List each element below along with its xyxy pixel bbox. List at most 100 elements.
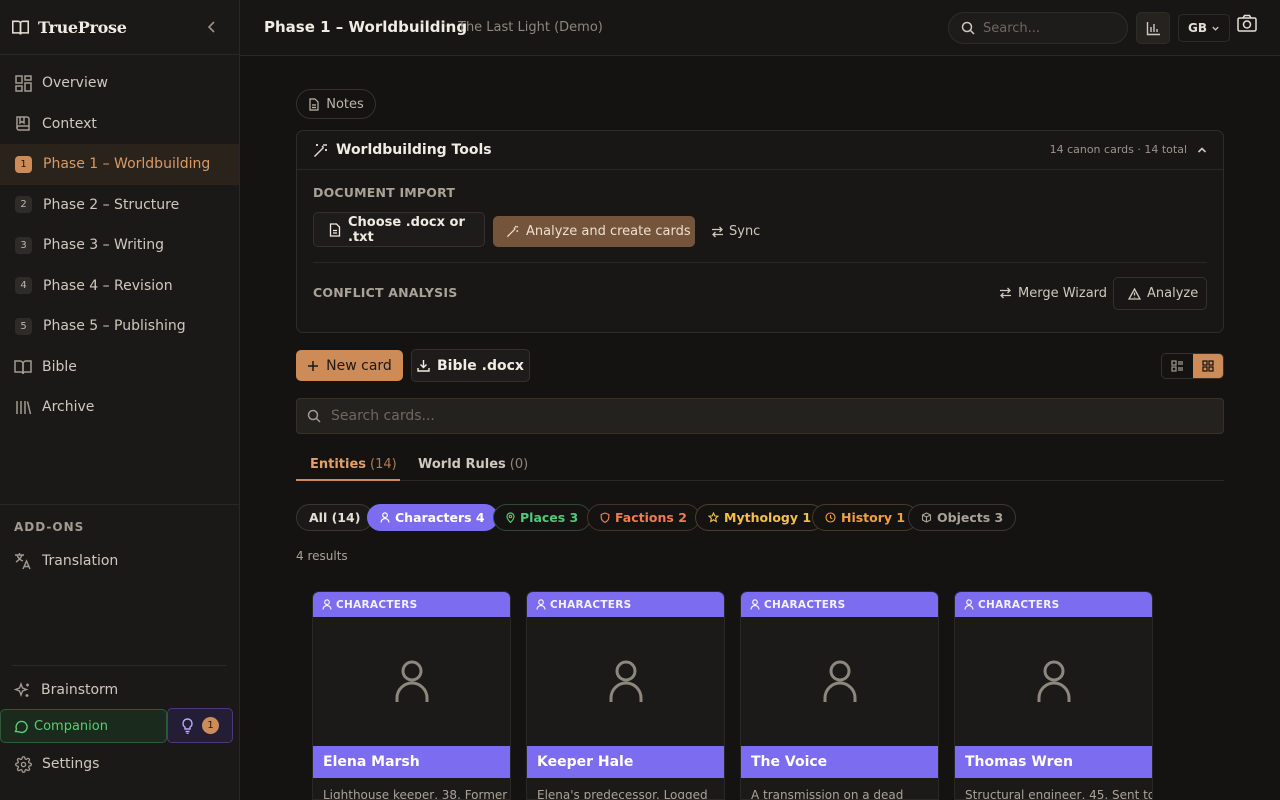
language-select[interactable]: GB [1178, 14, 1230, 42]
merge-wizard-button[interactable]: Merge Wizard [999, 277, 1107, 309]
results-count: 4 results [296, 549, 348, 563]
sidebar-item-label: Translation [42, 553, 119, 569]
sync-button[interactable]: Sync [711, 216, 760, 247]
list-view-button[interactable] [1162, 354, 1193, 378]
new-card-button[interactable]: New card [296, 350, 403, 381]
phase-number-badge: 3 [15, 236, 32, 254]
analyze-conflicts-button[interactable]: Analyze [1113, 277, 1207, 310]
analyze-create-cards-button[interactable]: Analyze and create cards [493, 216, 695, 247]
companion-label: Companion [34, 718, 108, 734]
analyze-create-label: Analyze and create cards [526, 224, 691, 239]
translate-icon [14, 552, 32, 570]
search-input[interactable] [983, 20, 1113, 36]
sidebar-item-settings[interactable]: Settings [0, 744, 239, 784]
tools-title: Worldbuilding Tools [336, 142, 492, 158]
sidebar-item-phase-5[interactable]: 5 Phase 5 – Publishing [0, 306, 239, 347]
filter-chip-characters[interactable]: Characters 4 [367, 504, 498, 531]
divider [12, 665, 227, 666]
sidebar-item-phase-4[interactable]: 4 Phase 4 – Revision [0, 266, 239, 307]
sidebar: TrueProse Overview Context 1 Phase 1 – W… [0, 0, 240, 800]
card-image-placeholder [955, 617, 1152, 746]
card-name: Elena Marsh [313, 746, 510, 778]
choose-file-button[interactable]: Choose .docx or .txt [313, 212, 485, 247]
search-icon [961, 21, 975, 35]
screenshot-camera-icon[interactable] [1237, 14, 1257, 34]
sidebar-item-brainstorm[interactable]: Brainstorm [0, 670, 239, 710]
chevron-up-icon[interactable] [1196, 144, 1208, 156]
character-card[interactable]: CHARACTERS Thomas Wren Structural engine… [954, 591, 1153, 800]
filter-chip-all[interactable]: All (14) [296, 504, 374, 531]
bar-chart-icon [1146, 21, 1161, 36]
divider [313, 262, 1207, 263]
sidebar-item-phase-2[interactable]: 2 Phase 2 – Structure [0, 185, 239, 226]
chip-label: History 1 [841, 510, 906, 525]
filter-chip-factions[interactable]: Factions 2 [587, 504, 700, 531]
phase-number-badge: 4 [15, 277, 32, 295]
language-value: GB [1188, 21, 1207, 35]
worldbuilding-tools-panel: Worldbuilding Tools 14 canon cards · 14 … [296, 130, 1224, 333]
filter-chip-history[interactable]: History 1 [812, 504, 919, 531]
tab-entities[interactable]: Entities (14) [296, 457, 400, 481]
collapse-sidebar-icon[interactable] [204, 19, 220, 35]
character-card[interactable]: CHARACTERS Keeper Hale Elena's predecess… [526, 591, 725, 800]
notes-label: Notes [326, 96, 364, 112]
filter-chip-places[interactable]: Places 3 [493, 504, 592, 531]
global-search [948, 12, 1128, 44]
tools-header[interactable]: Worldbuilding Tools 14 canon cards · 14 … [297, 131, 1223, 170]
person-placeholder-icon [1037, 660, 1071, 704]
tab-count: (0) [509, 457, 529, 472]
sidebar-item-overview[interactable]: Overview [0, 63, 239, 104]
sidebar-item-label: Context [42, 115, 97, 132]
character-card[interactable]: CHARACTERS Elena Marsh Lighthouse keeper… [312, 591, 511, 800]
user-icon [380, 512, 390, 523]
map-pin-icon [506, 512, 515, 523]
user-icon [536, 599, 546, 610]
topbar: Phase 1 – Worldbuilding · The Last Light… [240, 0, 1280, 56]
download-icon [417, 359, 430, 372]
character-card[interactable]: CHARACTERS The Voice A transmission on a… [740, 591, 939, 800]
chat-bubble-icon [13, 719, 28, 734]
phase-number-badge: 2 [15, 196, 32, 214]
tab-world-rules[interactable]: World Rules (0) [418, 457, 528, 481]
sidebar-item-label: Settings [42, 756, 100, 772]
search-icon [307, 409, 321, 423]
sidebar-item-translation[interactable]: Translation [0, 542, 239, 580]
lightbulb-icon [181, 717, 194, 734]
merge-wizard-label: Merge Wizard [1018, 285, 1108, 301]
user-icon [750, 599, 760, 610]
ideas-button[interactable]: 1 [167, 708, 233, 743]
canon-card-count: 14 canon cards · 14 total [1049, 143, 1187, 156]
bible-docx-button[interactable]: Bible .docx [411, 349, 530, 382]
warning-triangle-icon [1128, 287, 1141, 300]
grid-view-button[interactable] [1192, 354, 1223, 378]
chip-label: Places 3 [520, 510, 579, 525]
merge-arrows-icon [999, 287, 1012, 299]
logo[interactable]: TrueProse [0, 0, 239, 55]
bible-docx-label: Bible .docx [437, 357, 524, 374]
filter-chip-mythology[interactable]: Mythology 1 [695, 504, 825, 531]
sidebar-item-archive[interactable]: Archive [0, 387, 239, 428]
stats-button[interactable] [1136, 12, 1170, 44]
filter-chip-objects[interactable]: Objects 3 [908, 504, 1017, 531]
card-image-placeholder [313, 617, 510, 746]
card-description: Structural engineer, 45. Sent to [965, 788, 1152, 800]
notes-button[interactable]: Notes [296, 89, 376, 119]
open-book-icon [14, 358, 32, 376]
page-title: Phase 1 – Worldbuilding [264, 18, 468, 36]
sidebar-item-phase-3[interactable]: 3 Phase 3 – Writing [0, 225, 239, 266]
entity-tabs: Entities (14) World Rules (0) [296, 448, 1224, 481]
view-toggle [1161, 353, 1224, 379]
sidebar-item-context[interactable]: Context [0, 104, 239, 145]
person-placeholder-icon [395, 660, 429, 704]
book-logo-icon [11, 19, 30, 36]
sidebar-item-phase-1[interactable]: 1 Phase 1 – Worldbuilding [0, 144, 239, 185]
magic-wand-icon [313, 143, 328, 158]
chip-label: Factions 2 [615, 510, 687, 525]
card-search-input[interactable] [331, 408, 1191, 424]
person-placeholder-icon [609, 660, 643, 704]
sidebar-item-bible[interactable]: Bible [0, 347, 239, 388]
companion-button[interactable]: Companion [0, 709, 167, 743]
card-search [296, 398, 1224, 434]
sparkles-icon [13, 681, 31, 699]
card-tag-label: CHARACTERS [764, 598, 846, 611]
